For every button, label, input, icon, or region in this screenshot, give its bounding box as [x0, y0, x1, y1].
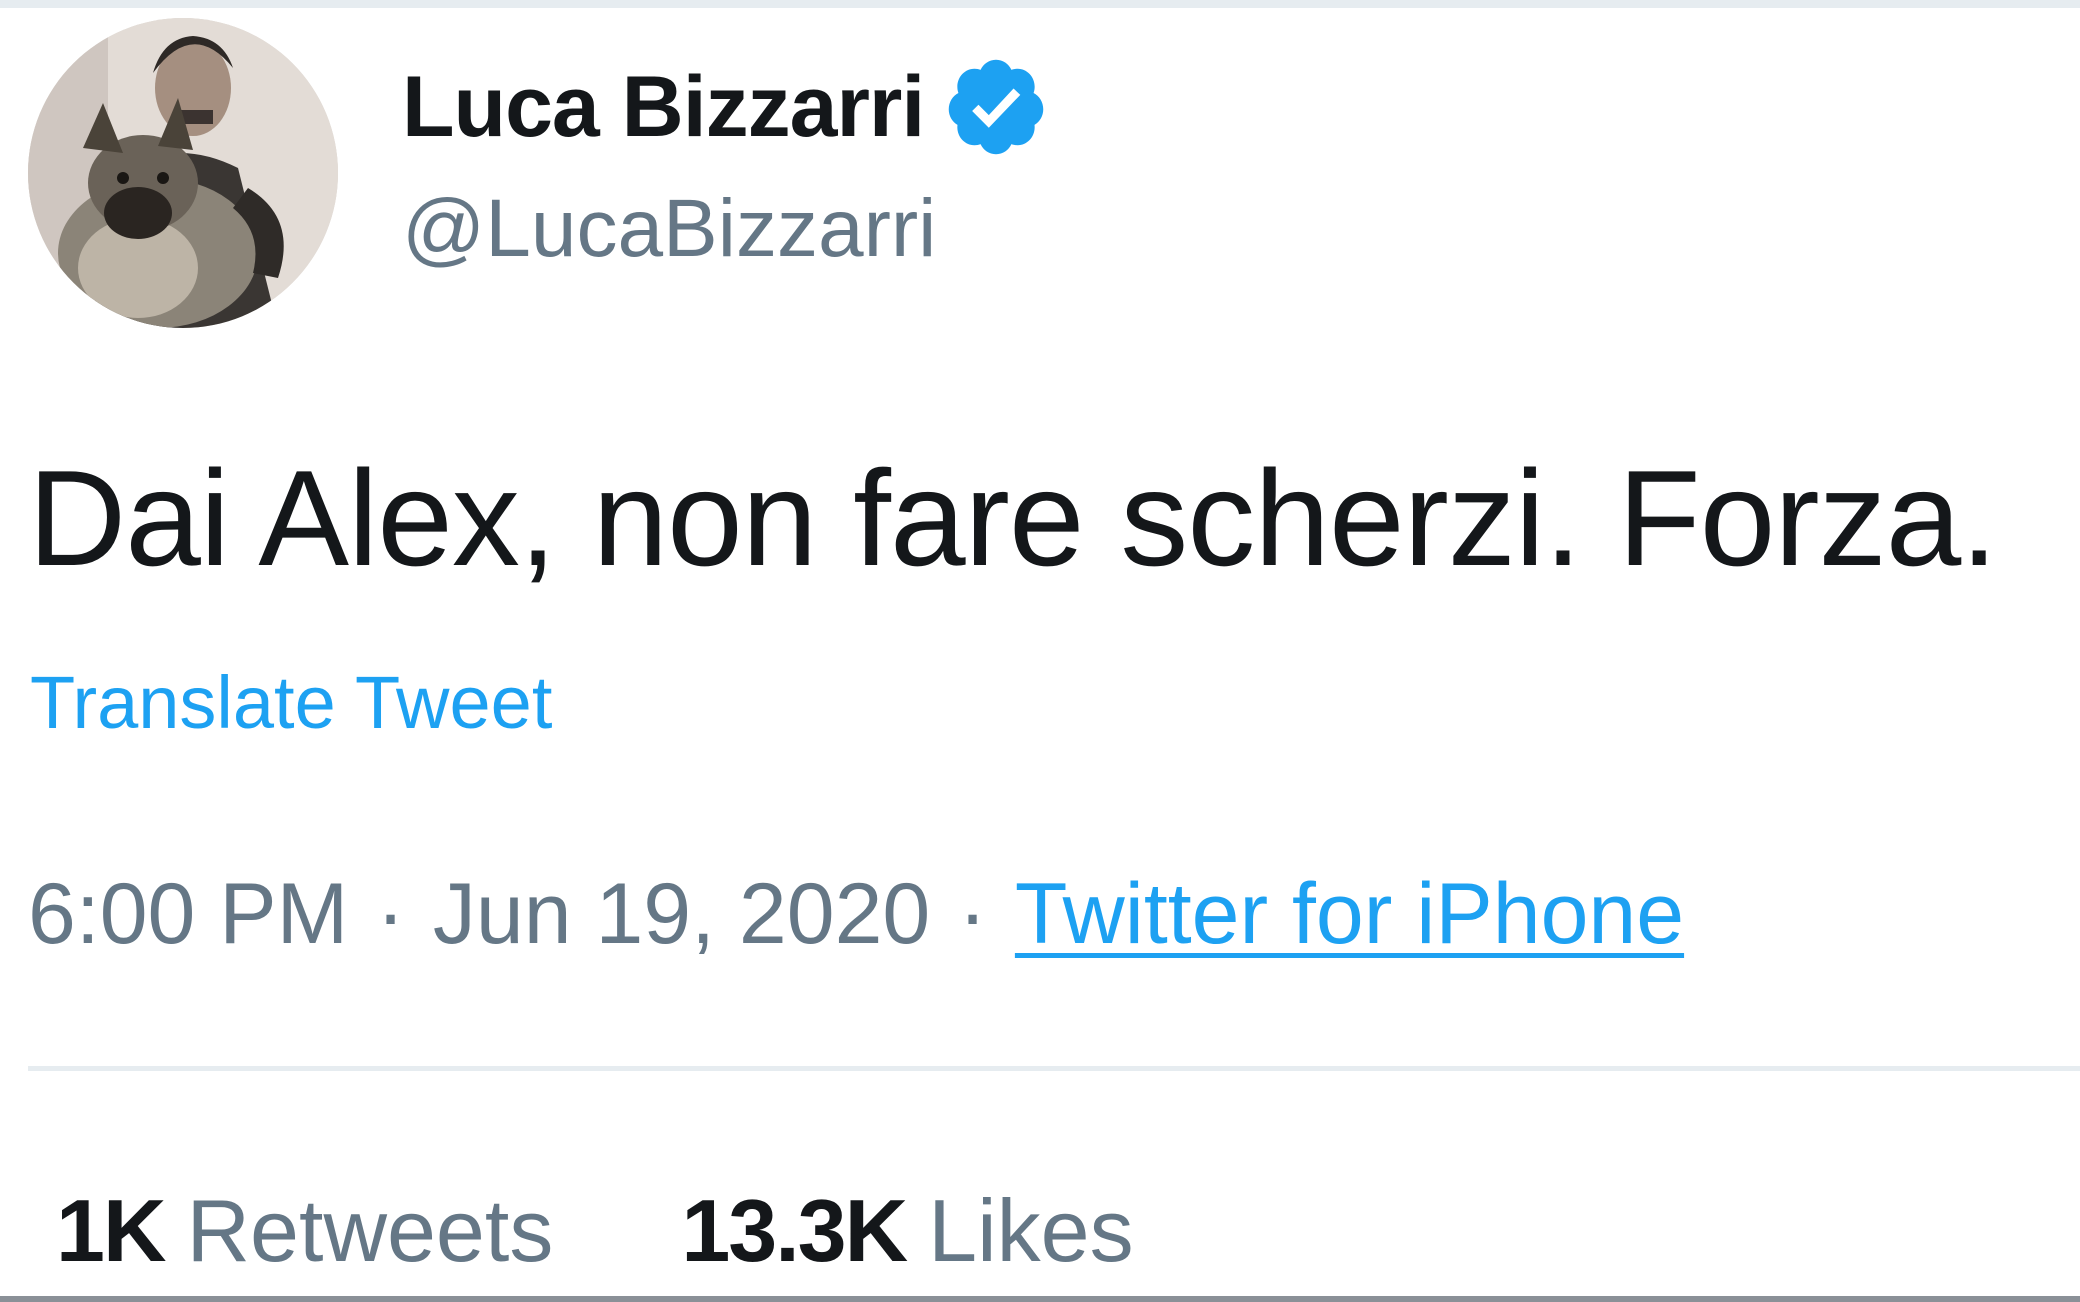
bottom-edge	[0, 1296, 2080, 1302]
avatar[interactable]	[28, 18, 338, 328]
author-name-row[interactable]: Luca Bizzarri	[402, 52, 1050, 162]
tweet-stats: 1K Retweets 13.3K Likes	[56, 1180, 1134, 1282]
retweets-count: 1K	[56, 1181, 166, 1280]
meta-separator: ·	[376, 866, 405, 962]
author-handle[interactable]: @LucaBizzarri	[402, 182, 936, 276]
tweet-date[interactable]: Jun 19, 2020	[433, 865, 930, 964]
tweet-source-link[interactable]: Twitter for iPhone	[1015, 865, 1684, 964]
likes-stat[interactable]: 13.3K Likes	[681, 1180, 1133, 1282]
likes-label: Likes	[928, 1181, 1134, 1280]
tweet-text: Dai Alex, non fare scherzi. Forza.	[28, 442, 1998, 594]
retweets-label: Retweets	[186, 1181, 554, 1280]
tweet-metadata: 6:00 PM · Jun 19, 2020 · Twitter for iPh…	[28, 865, 1684, 964]
translate-tweet-link[interactable]: Translate Tweet	[30, 660, 552, 745]
stats-divider	[28, 1066, 2080, 1071]
retweets-stat[interactable]: 1K Retweets	[56, 1180, 553, 1282]
likes-count: 13.3K	[681, 1181, 908, 1280]
author-display-name[interactable]: Luca Bizzarri	[402, 58, 925, 157]
avatar-image	[28, 18, 338, 328]
verified-badge-icon	[942, 53, 1050, 161]
tweet-time: 6:00 PM	[28, 866, 349, 962]
top-divider	[0, 0, 2080, 8]
meta-separator: ·	[958, 866, 987, 962]
